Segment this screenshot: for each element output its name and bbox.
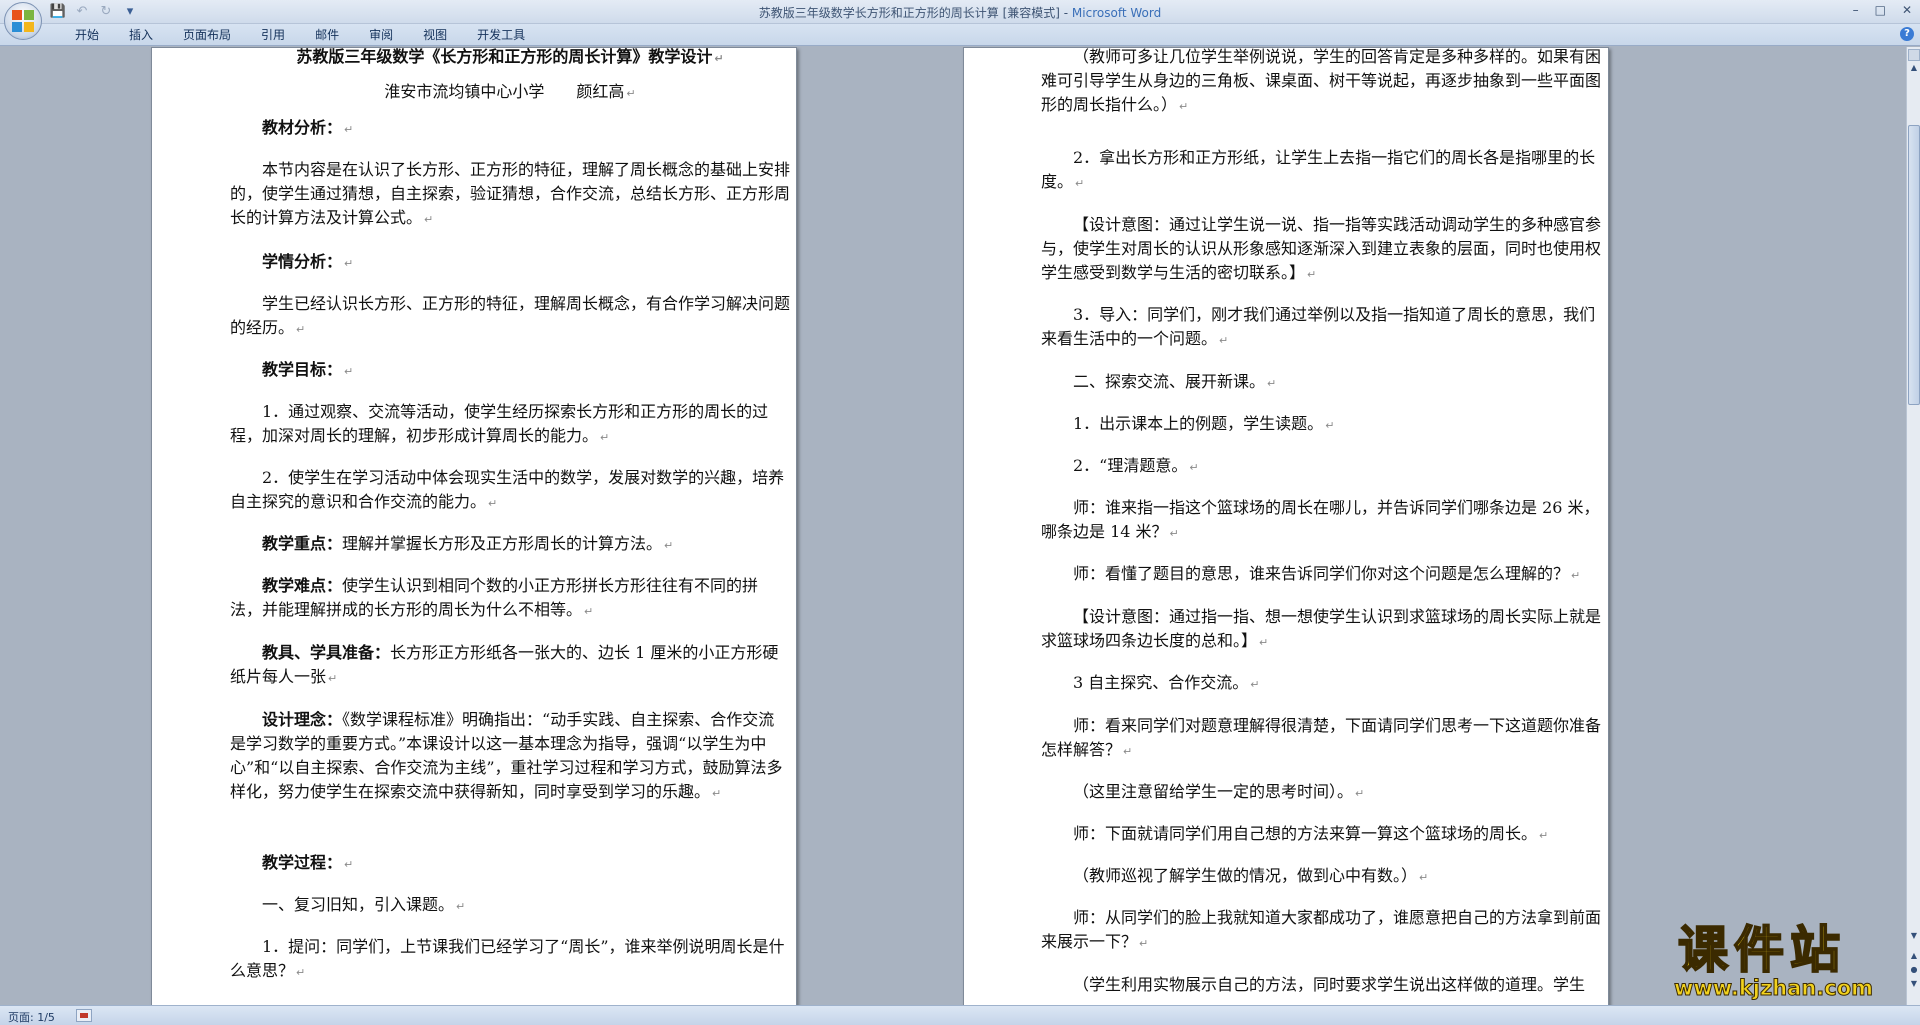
page-count[interactable]: 页面: 1/5 [8,1009,55,1025]
next-page-button[interactable]: ▼ [1908,979,1920,993]
document-page-1[interactable]: 苏教版三年级数学《长方形和正方形的周长计算》教学设计 ↵ 淮安市流均镇中心小学 颜… [151,47,797,1005]
paragraph-p2-8: 师：谁来指一指这个篮球场的周长在哪儿，并告诉同学们哪条边是 26 米，哪条边是 … [1041,498,1600,541]
paragraph-p2-5: 二、探索交流、展开新课。 ↵ [1073,372,1277,391]
paragraph-review: 一、复习旧知，引入课题。 ↵ [262,895,466,914]
paragraph-goal-2: 2．使学生在学习活动中体会现实生活中的数学，发展对数学的兴趣，培养自主探究的意识… [230,468,785,511]
tab-developer[interactable]: 开发工具 [462,27,540,43]
tab-home[interactable]: 开始 [60,27,114,43]
paragraph-p2-9: 师：看懂了题目的意思，谁来告诉同学们你对这个问题是怎么理解的？ ↵ [1073,564,1581,583]
paragraph-question-1: 1．提问：同学们，上节课我们已经学习了“周长”，谁来举例说明周长是什么意思？ ↵ [230,937,785,980]
window-title: 苏教版三年级数学长方形和正方形的周长计算 [兼容模式] - Microsoft … [0,4,1920,21]
scroll-up-button[interactable]: ▲ [1908,63,1920,77]
tab-insert[interactable]: 插入 [114,27,168,43]
paragraph-design-idea: 设计理念：《数学课程标准》明确指出：“动手实践、自主探索、合作交流是学习数学的重… [230,710,783,801]
tab-page-layout[interactable]: 页面布局 [168,27,246,43]
watermark-url: www.kjzhan.com [1673,976,1874,1001]
paragraph-p2-15: （教师巡视了解学生做的情况，做到心中有数。） ↵ [1073,866,1429,885]
close-button[interactable]: ✕ [1902,3,1912,17]
watermark-title: 课件站 [1677,921,1846,979]
tab-view[interactable]: 视图 [408,27,462,43]
office-logo-icon [12,10,34,32]
paragraph-p2-13: （这里注意留给学生一定的思考时间）。 ↵ [1073,782,1365,801]
scroll-down-button[interactable]: ▼ [1908,931,1920,945]
paragraph-p2-3: 【设计意图：通过让学生说一说、指一指等实践活动调动学生的多种感官参与，使学生对周… [1041,215,1602,282]
paragraph-p2-11: 3 自主探究、合作交流。 ↵ [1073,673,1260,692]
paragraph-p2-6: 1．出示课本上的例题，学生读题。 ↵ [1073,414,1335,433]
ribbon-tab-bar: 开始 插入 页面布局 引用 邮件 审阅 视图 开发工具 ? [0,24,1920,46]
paragraph-p2-17: （学生利用实物展示自己的方法，同时要求学生说出这样做的道理。学生 [1073,975,1586,994]
paragraph-p2-10: 【设计意图：通过指一指、想一想使学生认识到求篮球场的周长实际上就是求篮球场四条边… [1041,607,1602,650]
maximize-button[interactable]: □ [1875,3,1886,17]
tab-mailings[interactable]: 邮件 [300,27,354,43]
paragraph-p2-2: 2．拿出长方形和正方形纸，让学生上去指一指它们的周长各是指哪里的长度。 ↵ [1041,148,1596,191]
paragraph-key-point: 教学重点：理解并掌握长方形及正方形周长的计算方法。 ↵ [262,534,674,553]
browse-object-button[interactable]: ● [1908,965,1920,979]
section-heading-process: 教学过程： ↵ [262,853,354,872]
document-area[interactable]: 苏教版三年级数学《长方形和正方形的周长计算》教学设计 ↵ 淮安市流均镇中心小学 颜… [0,47,1906,1005]
help-icon[interactable]: ? [1900,27,1914,41]
window-controls: – □ ✕ [1853,3,1912,17]
section-heading-goals: 教学目标： ↵ [262,360,354,379]
paragraph-p2-12: 师：看来同学们对题意理解得很清楚，下面请同学们思考一下这道题你准备怎样解答？ ↵ [1041,716,1602,759]
author-line: 淮安市流均镇中心小学 颜红高 ↵ [384,82,636,101]
title-bar: 💾 ↶ ↻ ▾ 苏教版三年级数学长方形和正方形的周长计算 [兼容模式] - Mi… [0,0,1920,24]
paragraph-difficult-point: 教学难点：使学生认识到相同个数的小正方形拼长方形往往有不同的拼法，并能理解拼成的… [230,576,759,619]
vertical-scrollbar[interactable]: ▲ ▼ ▲ ● ▼ [1906,47,1920,1005]
document-title-heading: 苏教版三年级数学《长方形和正方形的周长计算》教学设计 ↵ [296,47,724,66]
paragraph-p2-4: 3．导入：同学们，刚才我们通过举例以及指一指知道了周长的意思，我们来看生活中的一… [1041,305,1596,348]
language-icon[interactable] [76,1009,92,1022]
paragraph-p2-16: 师：从同学们的脸上我就知道大家都成功了，谁愿意把自己的方法拿到前面来展示一下？ ↵ [1041,908,1602,951]
paragraph-students: 学生已经认识长方形、正方形的特征，理解周长概念，有合作学习解决问题的经历。 ↵ [230,294,791,337]
paragraph-p2-1: （教师可多让几位学生举例说说，学生的回答肯定是多种多样的。如果有困难可引导学生从… [1041,47,1602,114]
office-button[interactable] [4,2,42,40]
section-heading-students: 学情分析： ↵ [262,252,354,271]
status-bar: 页面: 1/5 [0,1005,1920,1025]
section-heading-analysis: 教材分析： ↵ [262,118,354,137]
minimize-button[interactable]: – [1853,3,1859,17]
ruler-toggle-button[interactable] [1908,49,1920,61]
watermark-logo: 课件站 www.kjzhan.com [1670,921,1906,1004]
paragraph-analysis: 本节内容是在认识了长方形、正方形的特征，理解了周长概念的基础上安排的，使学生通过… [230,160,791,227]
previous-page-button[interactable]: ▲ [1908,951,1920,965]
document-page-2[interactable]: （教师可多让几位学生举例说说，学生的回答肯定是多种多样的。如果有困难可引导学生从… [963,47,1609,1005]
paragraph-p2-14: 师：下面就请同学们用自己想的方法来算一算这个篮球场的周长。 ↵ [1073,824,1549,843]
app-name: Microsoft Word [1071,6,1162,20]
scroll-thumb[interactable] [1908,125,1920,405]
paragraph-goal-1: 1．通过观察、交流等活动，使学生经历探索长方形和正方形的周长的过程，加深对周长的… [230,402,769,445]
document-title: 苏教版三年级数学长方形和正方形的周长计算 [兼容模式] - [758,6,1072,20]
paragraph-p2-7: 2．“理清题意。 ↵ [1073,456,1199,475]
tab-review[interactable]: 审阅 [354,27,408,43]
paragraph-tools: 教具、学具准备：长方形正方形纸各一张大的、边长 1 厘米的小正方形硬纸片每人一张… [230,643,779,686]
tab-references[interactable]: 引用 [246,27,300,43]
